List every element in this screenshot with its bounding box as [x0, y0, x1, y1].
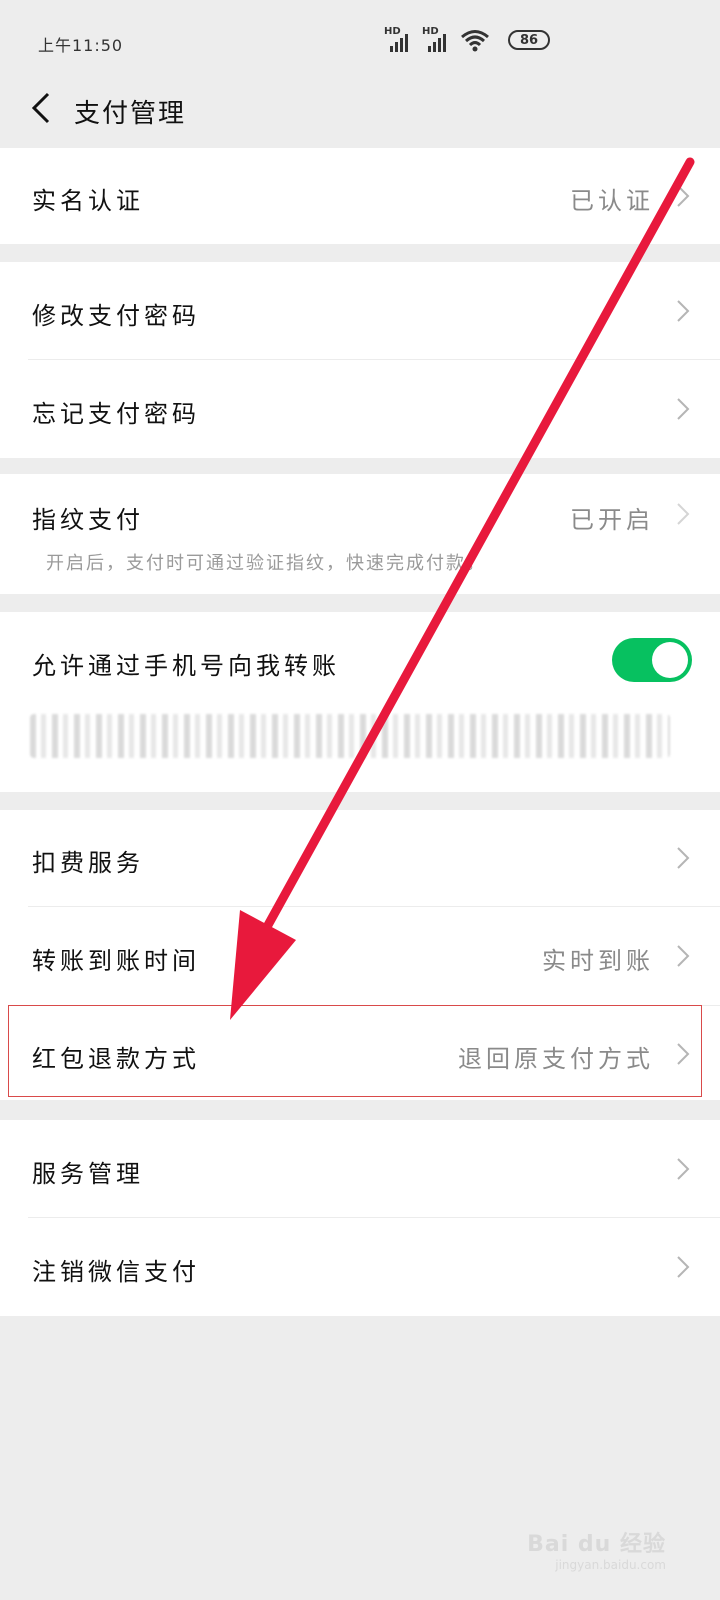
forgot-password-label: 忘记支付密码	[32, 400, 200, 428]
change-password-label: 修改支付密码	[32, 302, 200, 330]
battery-icon: 86	[508, 30, 550, 50]
transfer-time-row[interactable]: 转账到账时间 实时到账	[0, 907, 720, 1005]
chevron-right-icon	[677, 847, 690, 869]
cancel-wechat-pay-row[interactable]: 注销微信支付	[0, 1218, 720, 1316]
real-name-value: 已认证	[570, 187, 654, 215]
fingerprint-row[interactable]: 指纹支付 已开启 开启后，支付时可通过验证指纹，快速完成付款。	[0, 474, 720, 594]
baidu-watermark: Bai du 经验 jingyan.baidu.com	[527, 1526, 666, 1572]
fingerprint-label: 指纹支付	[32, 506, 144, 534]
fingerprint-value: 已开启	[570, 506, 654, 534]
status-icons: HD HD 86	[384, 26, 550, 52]
chevron-right-icon	[677, 945, 690, 967]
wifi-icon	[461, 30, 489, 52]
service-management-label: 服务管理	[32, 1160, 144, 1188]
chevron-right-icon	[677, 398, 690, 420]
service-management-row[interactable]: 服务管理	[0, 1120, 720, 1218]
cancel-wechat-pay-label: 注销微信支付	[32, 1258, 200, 1286]
status-time: 上午11:50	[38, 36, 124, 55]
group-real-name: 实名认证 已认证	[0, 148, 720, 244]
status-bar: 上午11:50 HD HD 86	[0, 0, 720, 80]
signal-icon: HD	[422, 26, 452, 52]
signal-icon: HD	[384, 26, 414, 52]
group-management: 服务管理 注销微信支付	[0, 1120, 720, 1316]
chevron-right-icon	[677, 185, 690, 207]
change-password-row[interactable]: 修改支付密码	[0, 262, 720, 360]
highlight-box	[8, 1005, 702, 1097]
nav-bar: 支付管理	[0, 80, 720, 148]
chevron-right-icon	[677, 1256, 690, 1278]
transfer-time-value: 实时到账	[542, 947, 654, 975]
group-password: 修改支付密码 忘记支付密码	[0, 262, 720, 458]
chevron-right-icon	[677, 1158, 690, 1180]
phone-transfer-row: 允许通过手机号向我转账	[0, 612, 720, 792]
phone-transfer-label: 允许通过手机号向我转账	[32, 652, 340, 680]
chevron-right-icon	[677, 503, 690, 525]
page-title: 支付管理	[74, 99, 187, 129]
watermark-text: Bai du 经验	[527, 1532, 666, 1557]
chevron-right-icon	[677, 300, 690, 322]
toggle-knob	[652, 642, 688, 678]
deduction-service-row[interactable]: 扣费服务	[0, 810, 720, 906]
real-name-row[interactable]: 实名认证 已认证	[0, 148, 720, 244]
back-icon[interactable]	[26, 90, 62, 126]
group-phone-transfer: 允许通过手机号向我转账	[0, 612, 720, 792]
phone-transfer-toggle[interactable]	[612, 638, 692, 682]
real-name-label: 实名认证	[32, 187, 144, 215]
forgot-password-row[interactable]: 忘记支付密码	[0, 360, 720, 458]
group-fingerprint: 指纹支付 已开启 开启后，支付时可通过验证指纹，快速完成付款。	[0, 474, 720, 594]
transfer-time-label: 转账到账时间	[32, 947, 200, 975]
blurred-description	[30, 714, 670, 758]
deduction-service-label: 扣费服务	[32, 849, 144, 877]
watermark-domain: jingyan.baidu.com	[555, 1558, 666, 1572]
fingerprint-description: 开启后，支付时可通过验证指纹，快速完成付款。	[46, 553, 486, 574]
